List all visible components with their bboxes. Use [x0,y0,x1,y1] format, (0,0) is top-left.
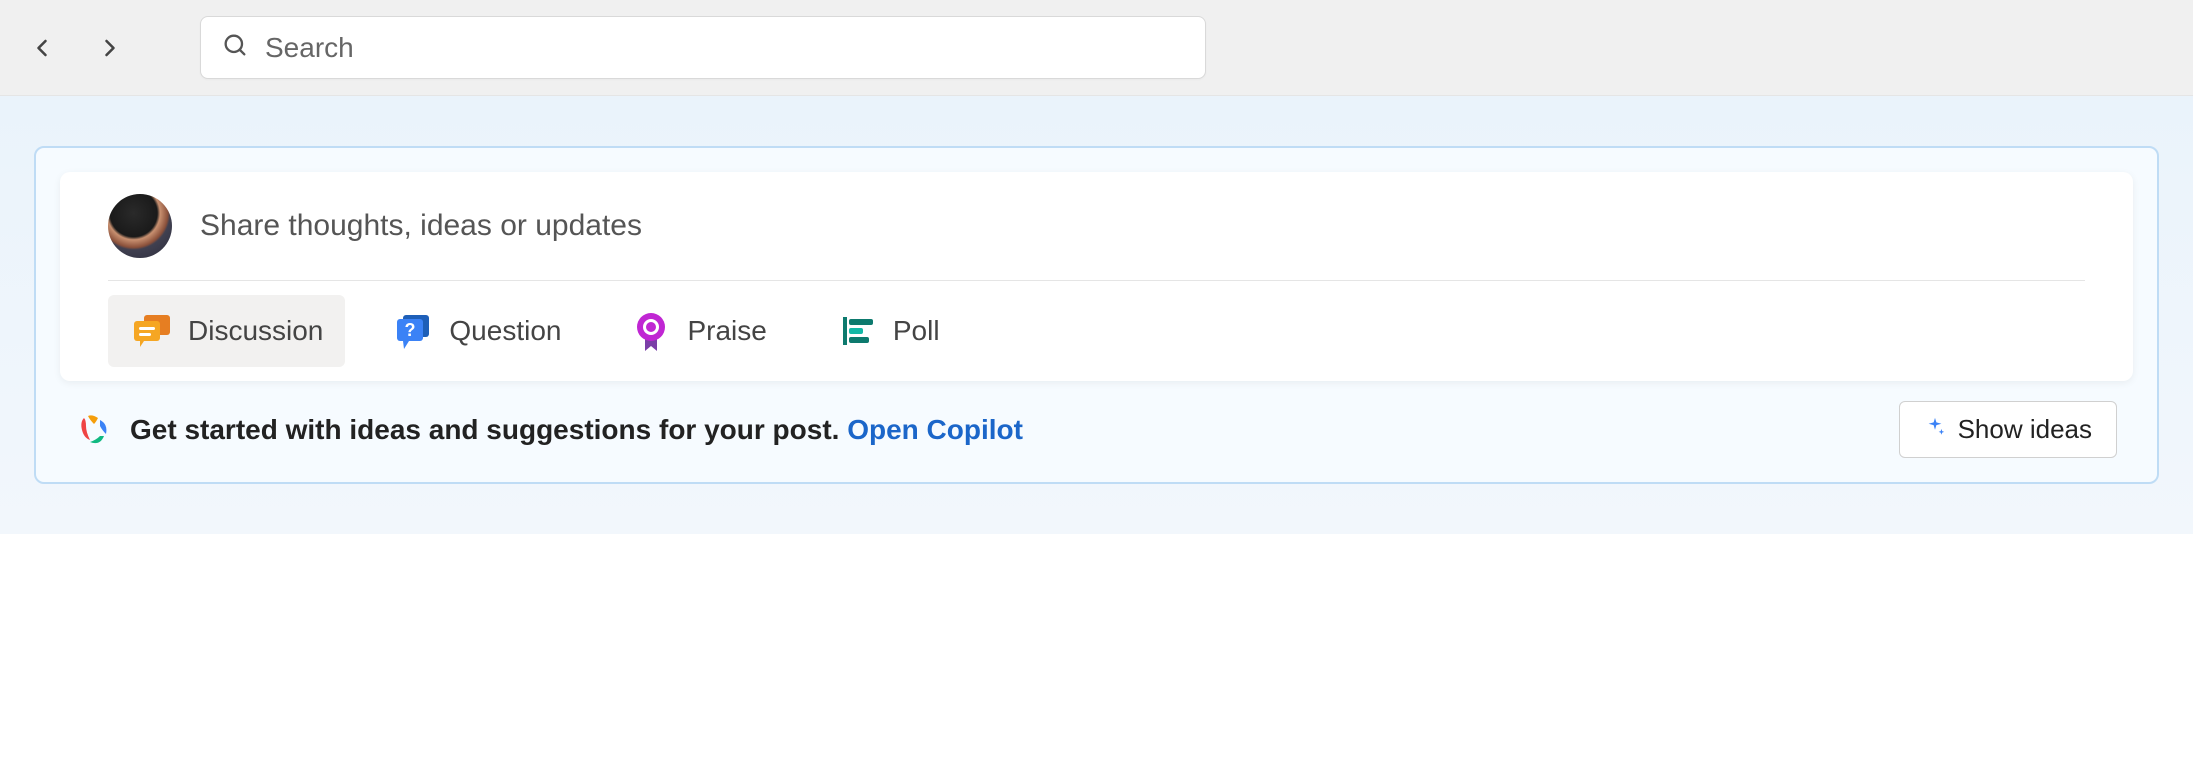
copilot-message: Get started with ideas and suggestions f… [130,414,847,445]
content-area: Share thoughts, ideas or updates Dis [0,96,2193,534]
discussion-icon [130,309,174,353]
praise-icon [629,309,673,353]
nav-buttons [24,30,128,66]
forward-button[interactable] [92,30,128,66]
tab-label: Discussion [188,315,323,347]
search-input[interactable] [265,32,1185,64]
open-copilot-link[interactable]: Open Copilot [847,414,1023,445]
top-bar [0,0,2193,96]
show-ideas-button[interactable]: Show ideas [1899,401,2117,458]
composer-header: Share thoughts, ideas or updates [60,172,2133,280]
sparkle-icon [1924,414,1946,445]
show-ideas-label: Show ideas [1958,414,2092,445]
tab-poll[interactable]: Poll [813,295,962,367]
tab-praise[interactable]: Praise [607,295,788,367]
tab-question[interactable]: ? Question [369,295,583,367]
post-type-tabs: Discussion ? Question [60,281,2133,381]
copilot-icon [76,412,112,448]
copilot-text: Get started with ideas and suggestions f… [130,414,1023,446]
tab-label: Question [449,315,561,347]
poll-icon [835,309,879,353]
avatar [108,194,172,258]
copilot-message-group: Get started with ideas and suggestions f… [76,412,1023,448]
search-box[interactable] [200,16,1206,79]
composer-prompt[interactable]: Share thoughts, ideas or updates [200,209,642,243]
tab-label: Praise [687,315,766,347]
back-button[interactable] [24,30,60,66]
svg-text:?: ? [405,320,416,340]
copilot-row: Get started with ideas and suggestions f… [60,381,2133,464]
tab-label: Poll [893,315,940,347]
search-icon [221,31,249,64]
chevron-right-icon [96,34,124,62]
composer-container: Share thoughts, ideas or updates Dis [34,146,2159,484]
tab-discussion[interactable]: Discussion [108,295,345,367]
question-icon: ? [391,309,435,353]
chevron-left-icon [28,34,56,62]
composer-card: Share thoughts, ideas or updates Dis [60,172,2133,381]
